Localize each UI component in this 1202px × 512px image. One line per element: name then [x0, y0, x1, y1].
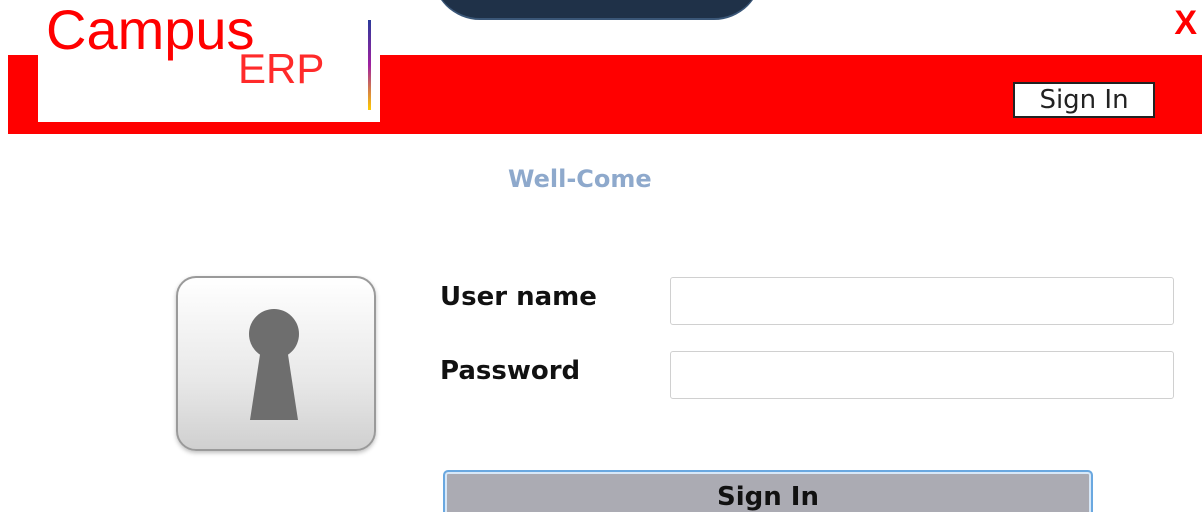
welcome-heading: Well-Come [508, 165, 652, 193]
top-tab-decoration [432, 0, 762, 18]
logo: Campus ERP [38, 0, 380, 122]
login-page: Campus ERP X Sign In Well-Come User name… [0, 0, 1202, 512]
keyhole-icon [176, 276, 376, 451]
username-label: User name [440, 282, 597, 312]
password-input[interactable] [670, 351, 1174, 399]
password-label: Password [440, 356, 581, 386]
header-sign-in-button[interactable]: Sign In [1013, 82, 1155, 118]
username-input[interactable] [670, 277, 1174, 325]
sign-in-button[interactable]: Sign In [443, 470, 1093, 512]
logo-erp-text: ERP [238, 45, 325, 92]
logo-divider [368, 20, 371, 110]
close-icon[interactable]: X [1174, 6, 1197, 40]
logo-campus-text: Campus [46, 0, 255, 61]
